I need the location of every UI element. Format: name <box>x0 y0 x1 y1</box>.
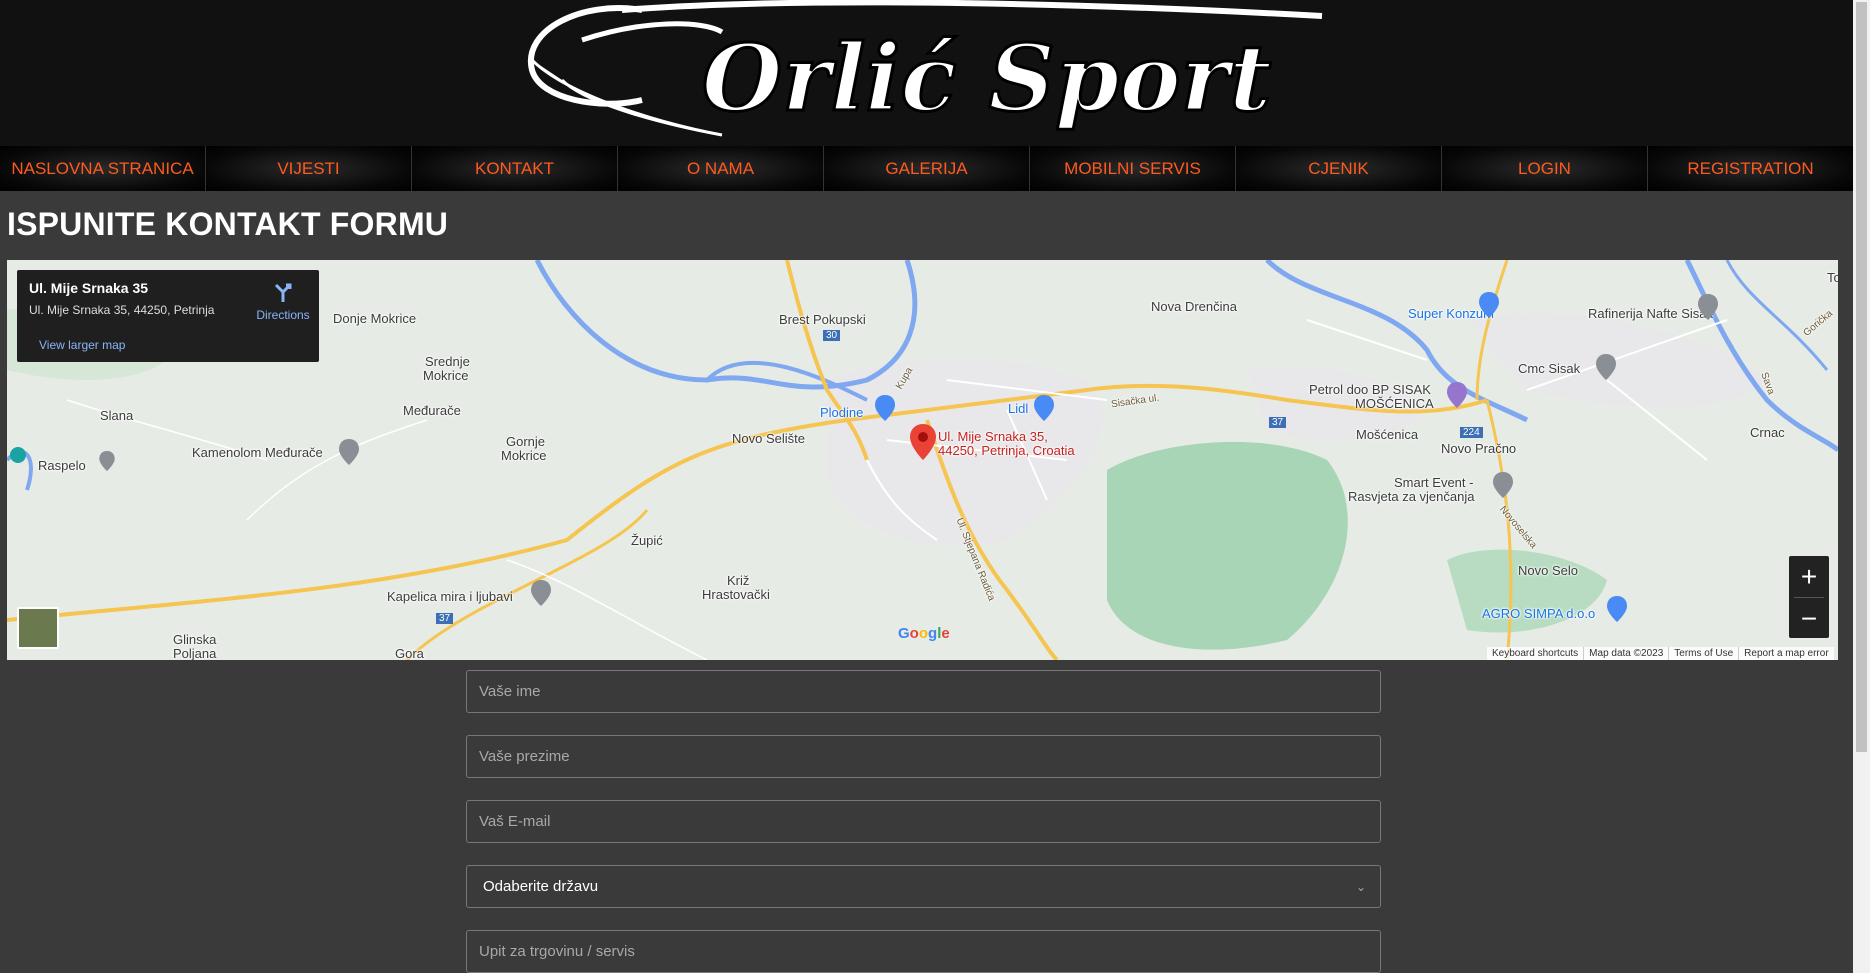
road-shield: 30 <box>823 330 841 341</box>
nav-item-login[interactable]: LOGIN <box>1442 146 1648 191</box>
map-label-place: Gornje <box>506 434 546 449</box>
map-label-place: Poljana <box>173 646 217 660</box>
shopping-pin-icon[interactable] <box>1034 395 1054 421</box>
directions-button[interactable]: Directions <box>253 282 313 324</box>
place-pin-icon[interactable] <box>1596 354 1616 380</box>
map-label-poi: Rasvjeta za vjenčanja <box>1348 489 1475 504</box>
shopping-pin-icon[interactable] <box>1607 596 1627 622</box>
map-label-place: Mošćenica <box>1356 427 1419 442</box>
map-label-place: Novo Pračno <box>1441 441 1517 456</box>
map-label-place: Nova Drenčina <box>1151 299 1237 314</box>
logo-text: Orlić Sport <box>702 24 1272 132</box>
pin-address-line2: 44250, Petrinja, Croatia <box>938 443 1075 458</box>
pin-address-line1: Ul. Mije Srnaka 35, <box>938 429 1048 444</box>
camera-pin-icon[interactable] <box>9 446 27 464</box>
brand-logo[interactable]: Orlić Sport <box>522 0 1324 146</box>
map-label-place: To <box>1827 270 1838 285</box>
nav-item-about[interactable]: O NAMA <box>618 146 824 191</box>
map-label-place: Brest Pokupski <box>779 312 866 327</box>
map-label-place: Mokrice <box>501 448 547 463</box>
contact-form: Vaše ime Vaše prezime Vaš E-mail Odaberi… <box>466 670 1381 973</box>
road-shield: 37 <box>1269 417 1287 428</box>
map-label-poi: Smart Event - <box>1394 475 1474 490</box>
satellite-layer-button[interactable] <box>17 607 59 649</box>
nav-item-gallery[interactable]: GALERIJA <box>824 146 1030 191</box>
map-label-place: Hrastovački <box>702 587 770 602</box>
report-map-error-link[interactable]: Report a map error <box>1738 647 1833 660</box>
nav-item-news[interactable]: VIJESTI <box>206 146 412 191</box>
scrollbar-thumb[interactable] <box>1856 2 1867 752</box>
map-attribution: Keyboard shortcuts Map data ©2023 Terms … <box>1487 647 1834 660</box>
site-header: Orlić Sport <box>0 0 1853 146</box>
road-shield: 37 <box>436 613 454 624</box>
map-label-place: Srednje <box>425 354 470 369</box>
map-label-place: Gora <box>395 646 424 660</box>
map-label-place: Crnac <box>1750 425 1785 440</box>
country-select-value: Odaberite državu <box>483 878 599 895</box>
map-label-place: Međurače <box>403 403 461 418</box>
place-pin-icon[interactable] <box>339 439 359 465</box>
zoom-out-button[interactable]: − <box>1789 598 1829 639</box>
map-label-place: Donje Mokrice <box>333 311 417 326</box>
map-label-poi: Kapelica mira i ljubavi <box>387 589 513 604</box>
map-label-poi: Cmc Sisak <box>1518 361 1581 376</box>
map-label-place: Novo Selo <box>1518 563 1578 578</box>
shopping-pin-icon[interactable] <box>1479 292 1499 318</box>
google-logo: Google <box>898 625 950 642</box>
place-pin-icon[interactable] <box>1698 294 1718 320</box>
embedded-map[interactable]: Ul. Mije Srnaka 35 Ul. Mije Srnaka 35, 4… <box>7 260 1838 660</box>
fuel-pin-icon[interactable] <box>1447 382 1467 408</box>
zoom-in-button[interactable]: + <box>1789 556 1829 597</box>
first-name-input[interactable]: Vaše ime <box>466 670 1381 713</box>
map-label-place: Mokrice <box>423 368 469 383</box>
directions-icon <box>274 283 292 302</box>
logo-graphic: Orlić Sport <box>527 0 1323 137</box>
email-input[interactable]: Vaš E-mail <box>466 800 1381 843</box>
nav-item-home[interactable]: NASLOVNA STRANICA <box>0 146 206 191</box>
nav-item-pricelist[interactable]: CJENIK <box>1236 146 1442 191</box>
map-label-poi: Petrol doo BP SISAK <box>1309 382 1431 397</box>
map-data-text: Map data ©2023 <box>1583 647 1668 660</box>
map-label-poi: Kamenolom Međurače <box>192 445 323 460</box>
church-pin-icon[interactable] <box>531 580 551 606</box>
view-larger-map-link[interactable]: View larger map <box>39 338 125 352</box>
map-label-place: Glinska <box>173 632 217 647</box>
main-nav: NASLOVNA STRANICA VIJESTI KONTAKT O NAMA… <box>0 146 1853 191</box>
chevron-down-icon: ⌄ <box>1355 879 1366 894</box>
country-select[interactable]: Odaberite državu ⌄ <box>466 865 1381 908</box>
map-label-shop: Lidl <box>1008 401 1029 416</box>
map-label-poi: MOŠĆENICA <box>1355 396 1434 411</box>
map-label-place: Raspelo <box>38 458 86 473</box>
map-label-place: Župić <box>631 533 663 548</box>
zoom-controls: + − <box>1789 556 1829 638</box>
place-pin-icon[interactable] <box>1493 472 1513 498</box>
last-name-input[interactable]: Vaše prezime <box>466 735 1381 778</box>
place-pin-icon[interactable] <box>99 451 115 471</box>
location-pin-icon[interactable] <box>910 424 936 460</box>
shopping-pin-icon[interactable] <box>875 395 895 421</box>
nav-item-registration[interactable]: REGISTRATION <box>1648 146 1853 191</box>
directions-label: Directions <box>256 308 310 322</box>
terms-of-use-link[interactable]: Terms of Use <box>1668 647 1738 660</box>
page-scrollbar[interactable] <box>1853 0 1870 973</box>
inquiry-input[interactable]: Upit za trgovinu / servis <box>466 930 1381 973</box>
map-label-place: Slana <box>100 408 134 423</box>
nav-item-mobile-service[interactable]: MOBILNI SERVIS <box>1030 146 1236 191</box>
nav-item-contact[interactable]: KONTAKT <box>412 146 618 191</box>
map-label-place: Novo Selište <box>732 431 805 446</box>
page-title: ISPUNITE KONTAKT FORMU <box>7 206 449 242</box>
road-shield: 224 <box>1460 427 1483 438</box>
keyboard-shortcuts-link[interactable]: Keyboard shortcuts <box>1487 647 1583 660</box>
map-label-place: Rafinerija Nafte Sisak <box>1588 306 1713 321</box>
map-label-shop: AGRO SIMPA d.o.o <box>1482 606 1596 621</box>
map-label-place: Križ <box>727 573 750 588</box>
map-label-shop: Plodine <box>820 405 864 420</box>
map-info-card: Ul. Mije Srnaka 35 Ul. Mije Srnaka 35, 4… <box>17 270 319 362</box>
